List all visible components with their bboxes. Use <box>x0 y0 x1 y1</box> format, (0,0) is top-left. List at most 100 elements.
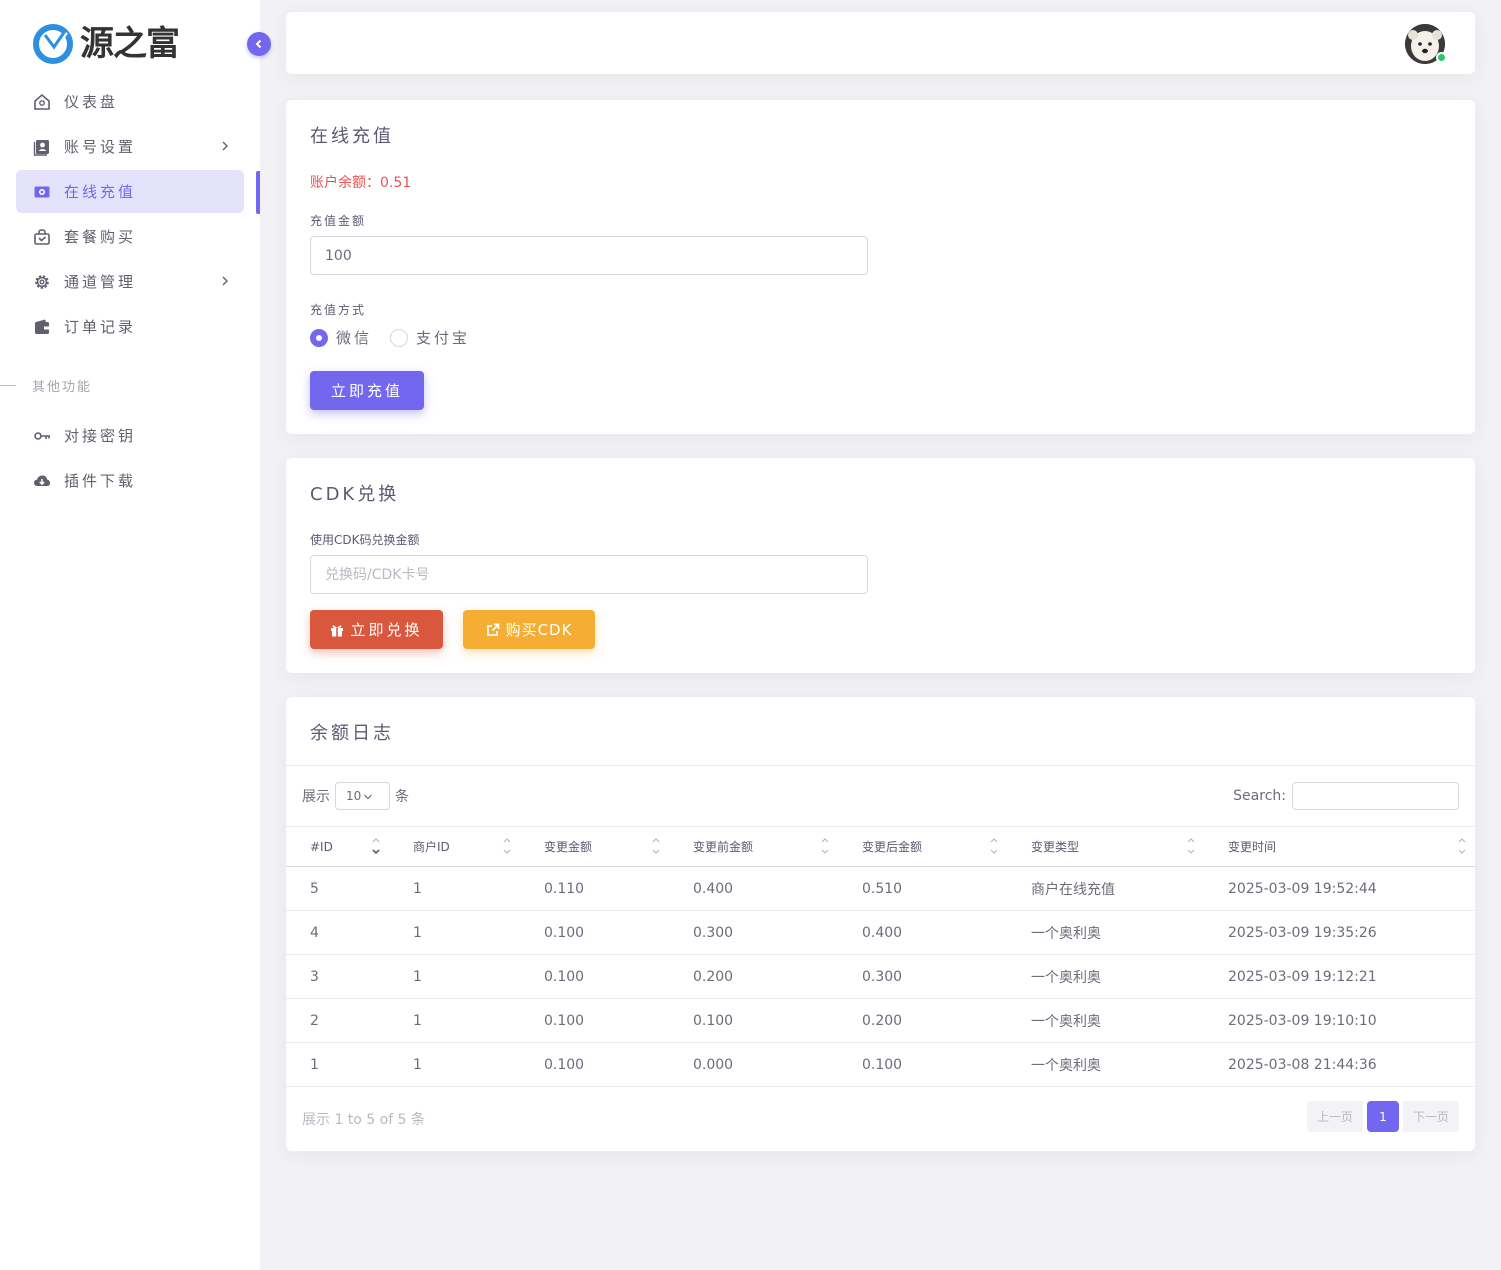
account-balance: 账户余额：0.51 <box>310 175 412 191</box>
page-button-current[interactable]: 1 <box>1366 1101 1399 1132</box>
external-link-icon <box>486 623 499 636</box>
sort-icon <box>503 838 511 854</box>
column-header-label: 变更前金额 <box>693 840 754 854</box>
sidebar-item-dashboard[interactable]: 仪表盘 <box>16 80 244 123</box>
cell-change-time: 2025-03-08 21:44:36 <box>1204 1042 1475 1087</box>
cell-change-amount: 0.100 <box>520 910 669 955</box>
chevron-right-icon <box>222 141 228 151</box>
sidebar-item-api-key[interactable]: 对接密钥 <box>16 414 244 457</box>
cell-change-amount: 0.100 <box>520 1042 669 1087</box>
online-status-dot <box>1436 52 1447 63</box>
prev-page-button[interactable]: 上一页 <box>1306 1101 1363 1132</box>
card-title: 在线充值 <box>310 126 394 147</box>
column-header-id[interactable]: #ID <box>286 826 389 867</box>
amount-input[interactable] <box>310 236 868 275</box>
sidebar-item-online-recharge[interactable]: 在线充值 <box>16 170 244 213</box>
sort-icon <box>1458 838 1466 854</box>
sidebar: 源之富 仪表盘 账号设置 在线充值 套餐购买 通道管理 订单记录 其他功能 对接… <box>0 0 260 1270</box>
column-header-label: 变更金额 <box>544 840 593 854</box>
sort-icon <box>990 838 998 854</box>
cell-before-amount: 0.300 <box>669 910 838 955</box>
search-input[interactable] <box>1292 782 1459 810</box>
redeem-button-label: 立即兑换 <box>350 621 423 639</box>
card-divider <box>286 765 1475 766</box>
balance-log-card: 余额日志 展示 10 条 Search: #ID 商户ID 变更金额 变更前金额… <box>286 697 1475 1151</box>
sidebar-item-plugin-download[interactable]: 插件下载 <box>16 459 244 502</box>
buy-cdk-button-label: 购买CDK <box>505 621 573 639</box>
chevron-left-icon <box>255 39 262 49</box>
top-navbar <box>286 12 1475 74</box>
column-header-after-amount[interactable]: 变更后金额 <box>838 826 1007 867</box>
sidebar-item-label: 对接密钥 <box>64 427 137 445</box>
cell-change-amount: 0.100 <box>520 998 669 1043</box>
radio-wechat[interactable] <box>310 328 328 347</box>
sidebar-item-account-settings[interactable]: 账号设置 <box>16 125 244 168</box>
table-row: 5 1 0.110 0.400 0.510 商户在线充值 2025-03-09 … <box>286 866 1475 911</box>
cell-change-amount: 0.110 <box>520 866 669 911</box>
page-length-control: 展示 10 条 <box>302 782 409 810</box>
column-header-before-amount[interactable]: 变更前金额 <box>669 826 838 867</box>
cell-change-time: 2025-03-09 19:10:10 <box>1204 998 1475 1043</box>
column-header-change-amount[interactable]: 变更金额 <box>520 826 669 867</box>
cell-change-type: 一个奥利奥 <box>1007 954 1204 999</box>
sort-icon <box>1187 838 1195 854</box>
table-header-row: #ID 商户ID 变更金额 变更前金额 变更后金额 变更类型 变更时间 <box>286 826 1475 867</box>
next-page-button[interactable]: 下一页 <box>1402 1101 1459 1132</box>
column-header-label: 变更后金额 <box>862 840 923 854</box>
sidebar-item-order-records[interactable]: 订单记录 <box>16 305 244 348</box>
cdk-input[interactable] <box>310 555 868 594</box>
payment-method-group: 微信 支付宝 <box>310 327 470 348</box>
cell-before-amount: 0.100 <box>669 998 838 1043</box>
gear-icon <box>32 272 52 292</box>
column-header-change-time[interactable]: 变更时间 <box>1204 826 1475 867</box>
chevron-right-icon <box>222 276 228 286</box>
sidebar-item-label: 插件下载 <box>64 472 137 490</box>
column-header-label: 商户ID <box>413 840 450 854</box>
cell-id: 4 <box>286 910 389 955</box>
sidebar-item-channel-management[interactable]: 通道管理 <box>16 260 244 303</box>
user-card-icon <box>32 137 52 157</box>
recharge-submit-button[interactable]: 立即充值 <box>310 371 424 410</box>
cell-after-amount: 0.300 <box>838 954 1007 999</box>
page-length-value: 10 <box>346 789 362 803</box>
column-header-change-type[interactable]: 变更类型 <box>1007 826 1204 867</box>
buy-cdk-button[interactable]: 购买CDK <box>463 610 595 649</box>
cell-after-amount: 0.510 <box>838 866 1007 911</box>
page-length-select[interactable]: 10 <box>335 782 390 810</box>
cell-id: 1 <box>286 1042 389 1087</box>
recharge-card: 在线充值 账户余额：0.51 充值金额 充值方式 微信 支付宝 立即充值 <box>286 100 1475 434</box>
radio-label-alipay: 支付宝 <box>416 329 471 347</box>
length-suffix: 条 <box>395 789 409 805</box>
search-label: Search: <box>1233 788 1286 804</box>
sidebar-item-label: 仪表盘 <box>64 93 119 111</box>
sort-icon <box>372 838 380 855</box>
sidebar-menu-other: 对接密钥 插件下载 <box>16 414 244 504</box>
cell-merchant-id: 1 <box>389 910 520 955</box>
cell-merchant-id: 1 <box>389 866 520 911</box>
column-header-merchant-id[interactable]: 商户ID <box>389 826 520 867</box>
brand-logo[interactable]: 源之富 <box>32 22 180 66</box>
gift-icon <box>331 625 344 636</box>
table-row: 2 1 0.100 0.100 0.200 一个奥利奥 2025-03-09 1… <box>286 998 1475 1043</box>
column-header-label: #ID <box>310 839 333 854</box>
table-row: 1 1 0.100 0.000 0.100 一个奥利奥 2025-03-08 2… <box>286 1042 1475 1087</box>
section-label-text: 其他功能 <box>32 380 93 395</box>
column-header-label: 变更类型 <box>1031 840 1080 854</box>
sidebar-collapse-button[interactable] <box>247 32 271 56</box>
table-row: 4 1 0.100 0.300 0.400 一个奥利奥 2025-03-09 1… <box>286 910 1475 955</box>
sidebar-item-label: 套餐购买 <box>64 228 137 246</box>
radio-alipay[interactable] <box>390 328 409 347</box>
card-title: 余额日志 <box>310 723 394 744</box>
cell-id: 3 <box>286 954 389 999</box>
cell-merchant-id: 1 <box>389 1042 520 1087</box>
redeem-button[interactable]: 立即兑换 <box>310 610 443 649</box>
length-prefix: 展示 <box>302 789 330 805</box>
cell-change-time: 2025-03-09 19:52:44 <box>1204 866 1475 911</box>
key-icon <box>32 426 52 446</box>
sidebar-item-label: 账号设置 <box>64 138 137 156</box>
cell-id: 5 <box>286 866 389 911</box>
home-icon <box>32 92 52 112</box>
sidebar-item-package-purchase[interactable]: 套餐购买 <box>16 215 244 258</box>
cell-after-amount: 0.400 <box>838 910 1007 955</box>
sort-icon <box>821 838 829 854</box>
